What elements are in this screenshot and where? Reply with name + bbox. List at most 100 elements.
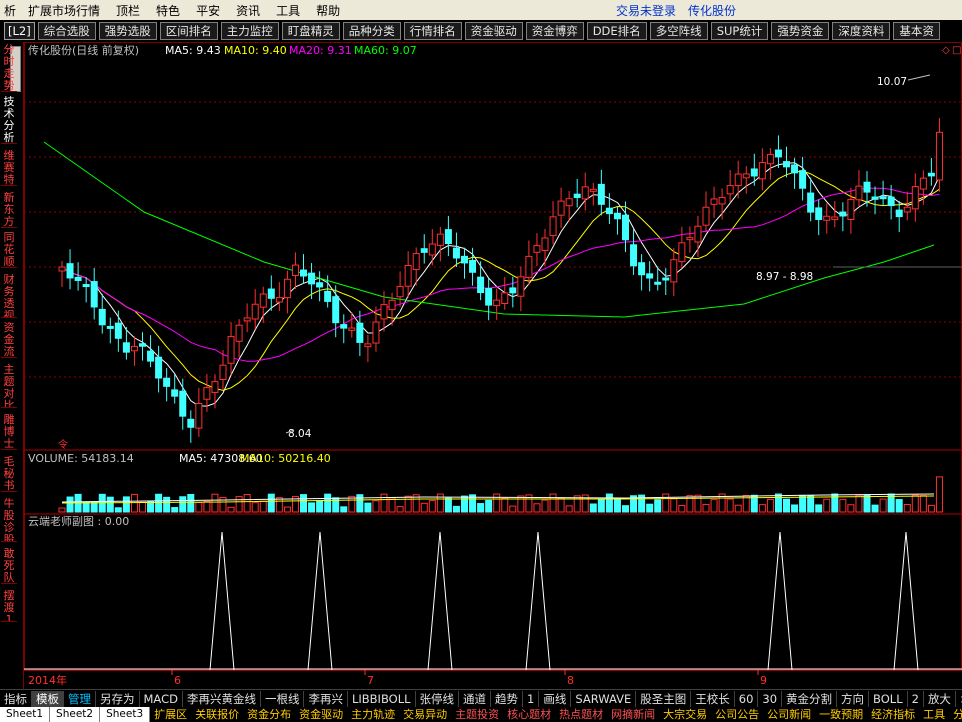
indicator-tab-5[interactable]: 李再兴黄金线 — [183, 690, 261, 707]
info-tab-10[interactable]: 大宗交易 — [659, 707, 711, 722]
info-tab-3[interactable]: 资金驱动 — [295, 707, 347, 722]
sheet-tab-1[interactable]: Sheet1 — [0, 707, 51, 722]
left-tab-6[interactable]: 资金流 — [1, 322, 17, 358]
indicator-tab-11[interactable]: 趋势 — [491, 690, 524, 707]
indicator-tab-17[interactable]: 60 — [735, 690, 759, 707]
indicator-tab-18[interactable]: 30 — [758, 690, 783, 707]
candle-body — [887, 196, 895, 207]
indicator-tab-23[interactable]: 放大 — [924, 690, 956, 707]
left-tab-4[interactable]: 同花顺 — [1, 232, 17, 268]
info-tab-1[interactable]: 关联报价 — [191, 707, 243, 722]
toolbar-dde-ranking[interactable]: DDE排名 — [586, 22, 647, 40]
indicator-tab-6[interactable]: 一根线 — [261, 690, 305, 707]
volume-bar — [139, 501, 146, 513]
info-tab-7[interactable]: 核心题材 — [503, 707, 555, 722]
close-panel-icon[interactable]: □ — [952, 45, 961, 56]
indicator-tab-4[interactable]: MACD — [140, 690, 183, 707]
indicator-tab-22[interactable]: 2 — [908, 690, 924, 707]
indicator-tab-3[interactable]: 另存为 — [96, 690, 140, 707]
toolbar-comprehensive-stock-select[interactable]: 综合选股 — [37, 22, 96, 40]
indicator-tab-16[interactable]: 王校长 — [691, 690, 735, 707]
toolbar-fund-drive[interactable]: 资金驱动 — [464, 22, 523, 40]
indicator-tab-2[interactable]: 管理 — [64, 690, 96, 707]
toolbar-fund-game[interactable]: 资金博弈 — [525, 22, 584, 40]
candle-body — [227, 336, 235, 364]
menu-item-features[interactable]: 特色 — [148, 2, 188, 19]
volume-bar — [420, 502, 428, 513]
volume-label: VOLUME: 54183.14 — [28, 452, 134, 465]
toolbar-category[interactable]: 品种分类 — [342, 22, 401, 40]
left-tab-12[interactable]: 摆渡1 — [1, 590, 17, 622]
indicator-tab-13[interactable]: 画线 — [539, 690, 572, 707]
candle-body — [646, 273, 654, 279]
toolbar-basic-data[interactable]: 基本资 — [893, 22, 940, 40]
info-tab-16[interactable]: 分时明细 — [949, 707, 962, 722]
signal-spike-4 — [767, 531, 793, 671]
info-tab-2[interactable]: 资金分布 — [243, 707, 295, 722]
indicator-tab-10[interactable]: 通道 — [459, 690, 492, 707]
volume-bar — [871, 504, 879, 513]
menu-item-topbar[interactable]: 顶栏 — [108, 2, 148, 19]
trade-login-status[interactable]: 交易未登录 — [610, 2, 682, 19]
indicator-tab-8[interactable]: LIBBIBOLL — [348, 690, 416, 707]
indicator-tab-12[interactable]: 1 — [523, 690, 540, 707]
indicator-tab-14[interactable]: SARWAVE — [571, 690, 637, 707]
signal-spike-2 — [427, 531, 453, 671]
sheet-tab-2[interactable]: Sheet2 — [50, 707, 101, 722]
info-tab-11[interactable]: 公司公告 — [711, 707, 763, 722]
indicator-tab-9[interactable]: 张停线 — [416, 690, 460, 707]
info-tab-14[interactable]: 经济指标 — [867, 707, 919, 722]
indicator-tab-24[interactable]: >> — [956, 691, 962, 707]
menu-item-news[interactable]: 资讯 — [228, 2, 268, 19]
sub-indicator-lines — [24, 531, 962, 671]
toolbar-deep-data[interactable]: 深度资料 — [832, 22, 891, 40]
volume-bar — [147, 501, 155, 513]
toolbar-sup-stats[interactable]: SUP统计 — [710, 22, 769, 40]
info-tab-8[interactable]: 热点题材 — [555, 707, 607, 722]
volume-bar — [130, 493, 138, 513]
left-tab-7[interactable]: 主题对比 — [1, 364, 17, 408]
info-tab-4[interactable]: 主力轨迹 — [347, 707, 399, 722]
toolbar-strong-stock-select[interactable]: 强势选股 — [98, 22, 157, 40]
toolbar-main-force-monitor[interactable]: 主力监控 — [220, 22, 279, 40]
toolbar-l2-button[interactable]: [L2] — [4, 22, 35, 40]
volume-bar — [106, 496, 114, 513]
left-tab-5[interactable]: 财务透视 — [1, 274, 17, 318]
info-tab-5[interactable]: 交易异动 — [399, 707, 451, 722]
left-tab-1[interactable]: 技术分析 — [1, 96, 17, 144]
left-tab-10[interactable]: 牛股诊股 — [1, 498, 17, 542]
info-tab-9[interactable]: 网摘新闻 — [607, 707, 659, 722]
toolbar-range-ranking[interactable]: 区间排名 — [159, 22, 218, 40]
toolbar-strong-funds[interactable]: 强势资金 — [771, 22, 830, 40]
toolbar-watch-genie[interactable]: 盯盘精灵 — [281, 22, 340, 40]
info-tab-12[interactable]: 公司新闻 — [763, 707, 815, 722]
left-tab-0[interactable]: 分时走势 — [1, 44, 17, 92]
kline-chart[interactable]: 传化股份(日线 前复权) MA5: 9.43 MA10: 9.40 MA20: … — [24, 42, 962, 690]
info-tab-0[interactable]: 扩展区 — [150, 707, 191, 722]
info-tab-13[interactable]: 一致预期 — [815, 707, 867, 722]
indicator-tab-15[interactable]: 股圣主图 — [636, 690, 692, 707]
menu-item-pingan[interactable]: 平安 — [188, 2, 228, 19]
toolbar-quote-ranking[interactable]: 行情排名 — [403, 22, 462, 40]
candle-body — [412, 253, 420, 270]
left-tab-11[interactable]: 敢死队 — [1, 548, 17, 584]
indicator-tab-1[interactable]: 模板 — [32, 690, 64, 707]
toolbar-long-short[interactable]: 多空阵线 — [649, 22, 708, 40]
menu-item-tools[interactable]: 工具 — [268, 2, 308, 19]
info-tab-6[interactable]: 主题投资 — [451, 707, 503, 722]
left-tab-3[interactable]: 新东方 — [1, 192, 17, 228]
info-tab-15[interactable]: 工具 — [919, 707, 949, 722]
menu-item-help[interactable]: 帮助 — [308, 2, 348, 19]
menu-item-extended-market[interactable]: 扩展市场行情 — [20, 2, 108, 19]
left-tab-2[interactable]: 维赛特 — [1, 150, 17, 186]
indicator-tab-7[interactable]: 李再兴 — [304, 690, 348, 707]
indicator-tab-19[interactable]: 黄金分割 — [782, 690, 838, 707]
indicator-tab-0[interactable]: 指标 — [0, 690, 32, 707]
indicator-tab-21[interactable]: BOLL — [869, 690, 908, 707]
left-tab-9[interactable]: 毛秘书 — [1, 456, 17, 492]
volume-bar — [283, 506, 291, 513]
indicator-tab-20[interactable]: 方向 — [837, 690, 870, 707]
current-stock-name[interactable]: 传化股份 — [682, 2, 742, 19]
sheet-tab-3[interactable]: Sheet3 — [100, 707, 151, 722]
left-tab-8[interactable]: 雕博士 — [1, 414, 17, 450]
